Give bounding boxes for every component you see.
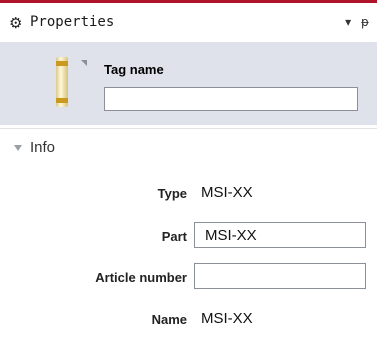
gear-icon[interactable]: ⚙ <box>9 15 25 31</box>
panel-titlebar: ⚙ Properties ▾ ᵽ <box>0 3 377 42</box>
tag-name-label: Tag name <box>104 62 164 77</box>
corner-marker-icon <box>81 60 87 66</box>
article-number-input[interactable] <box>194 263 366 289</box>
titlebar-controls: ▾ ᵽ <box>339 15 369 29</box>
tag-name-input[interactable] <box>104 87 358 111</box>
part-label: Part <box>161 229 187 244</box>
article-number-label: Article number <box>95 270 187 285</box>
pin-icon[interactable]: ᵽ <box>361 15 369 29</box>
name-label: Name <box>151 312 187 327</box>
type-value: MSI-XX <box>201 184 253 201</box>
dropdown-arrow-icon[interactable]: ▾ <box>345 15 351 29</box>
panel-title: Properties <box>30 14 115 30</box>
divider <box>0 128 377 129</box>
type-label: Type <box>157 186 187 201</box>
info-section-label: Info <box>30 139 56 156</box>
fuse-thumbnail <box>56 57 68 107</box>
name-value: MSI-XX <box>201 310 253 327</box>
chevron-down-icon <box>14 145 22 152</box>
object-header: Tag name <box>0 42 377 125</box>
info-section-header[interactable]: Info <box>14 139 55 156</box>
part-input[interactable] <box>194 222 366 248</box>
